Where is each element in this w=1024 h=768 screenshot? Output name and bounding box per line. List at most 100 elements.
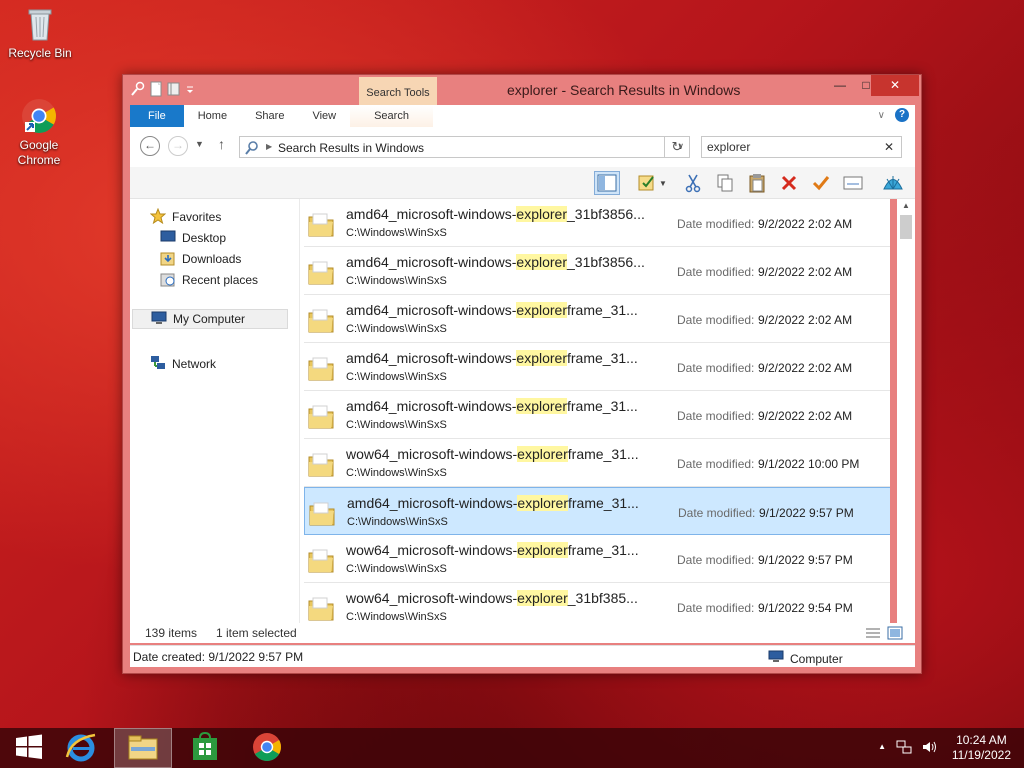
- rename-icon[interactable]: [808, 171, 834, 195]
- scroll-up-icon[interactable]: ▲: [902, 201, 910, 210]
- name-prefix: amd64_microsoft-windows-: [347, 495, 518, 511]
- paste-icon[interactable]: [744, 171, 770, 195]
- result-row[interactable]: amd64_microsoft-windows-explorer_31bf385…: [304, 247, 890, 295]
- recent-locations-button[interactable]: ▼: [195, 139, 204, 149]
- result-name: amd64_microsoft-windows-explorer_31bf385…: [346, 206, 645, 222]
- ribbon-controls: ∨ ?: [878, 108, 909, 122]
- taskbar-internet-explorer[interactable]: [52, 728, 110, 768]
- taskbar-store[interactable]: [176, 728, 234, 768]
- selection-count: 1 item selected: [216, 626, 297, 640]
- result-row[interactable]: wow64_microsoft-windows-explorerframe_31…: [304, 535, 890, 583]
- result-path: C:\Windows\WinSxS: [346, 419, 447, 431]
- close-button[interactable]: ✕: [871, 75, 919, 96]
- refresh-button[interactable]: ↻: [664, 136, 690, 158]
- result-path: C:\Windows\WinSxS: [346, 563, 447, 575]
- nav-desktop[interactable]: Desktop: [160, 228, 226, 248]
- qat-dropdown-icon[interactable]: [185, 81, 199, 97]
- ribbon-tabs: File Home Share View Search ∨ ?: [130, 105, 915, 127]
- new-folder-icon[interactable]: [167, 81, 181, 97]
- desktop-icon-label: Google Chrome: [17, 138, 61, 167]
- taskbar-file-explorer[interactable]: [114, 728, 172, 768]
- date-modified-label: Date modified:: [677, 457, 755, 471]
- name-suffix: frame_31...: [567, 446, 639, 462]
- properties-dialog-icon[interactable]: [840, 171, 866, 195]
- result-name: wow64_microsoft-windows-explorer_31bf385…: [346, 590, 638, 606]
- file-explorer-icon: [127, 733, 159, 764]
- breadcrumb[interactable]: Search Results in Windows: [278, 141, 424, 155]
- folder-icon: [307, 547, 335, 575]
- help-icon[interactable]: ?: [895, 108, 909, 122]
- taskbar: ▲ 10:24 AM 11/19/2022: [0, 728, 1024, 768]
- result-name: wow64_microsoft-windows-explorerframe_31…: [346, 446, 639, 462]
- chrome-icon: [251, 731, 283, 766]
- back-button[interactable]: ←: [140, 136, 160, 156]
- show-hidden-icons-icon[interactable]: ▲: [878, 742, 886, 757]
- tab-home[interactable]: Home: [184, 105, 241, 127]
- name-suffix: frame_31...: [567, 398, 638, 414]
- command-toolbar: ▼: [130, 167, 915, 199]
- result-row[interactable]: wow64_microsoft-windows-explorerframe_31…: [304, 439, 890, 487]
- tab-view[interactable]: View: [298, 105, 350, 127]
- title-bar[interactable]: Search Tools explorer - Search Results i…: [123, 75, 921, 106]
- cut-icon[interactable]: [680, 171, 706, 195]
- address-bar[interactable]: ▶ Search Results in Windows ∨: [239, 136, 690, 158]
- new-document-icon[interactable]: [149, 81, 163, 97]
- large-icons-view-icon[interactable]: [887, 626, 903, 643]
- result-row[interactable]: amd64_microsoft-windows-explorerframe_31…: [304, 391, 890, 439]
- name-prefix: amd64_microsoft-windows-: [346, 302, 517, 318]
- folder-icon: [307, 307, 335, 335]
- name-prefix: wow64_microsoft-windows-: [346, 590, 518, 606]
- forward-button[interactable]: →: [168, 136, 188, 156]
- folder-icon: [308, 500, 336, 528]
- chrome-icon: [19, 96, 59, 136]
- up-button[interactable]: ↑: [218, 136, 225, 152]
- taskbar-google-chrome[interactable]: [238, 728, 296, 768]
- result-row[interactable]: amd64_microsoft-windows-explorer_31bf385…: [304, 199, 890, 247]
- date-modified-label: Date modified:: [677, 553, 755, 567]
- search-input[interactable]: [707, 140, 877, 154]
- desktop-icon-label: Recycle Bin: [8, 46, 72, 60]
- properties-icon[interactable]: [131, 81, 145, 97]
- delete-icon[interactable]: [776, 171, 802, 195]
- network-status-icon[interactable]: [896, 740, 912, 757]
- view-switcher: [865, 626, 903, 643]
- result-name: amd64_microsoft-windows-explorerframe_31…: [346, 398, 638, 414]
- search-highlight: explorer: [516, 206, 567, 222]
- name-suffix: frame_31...: [568, 495, 639, 511]
- tab-share[interactable]: Share: [241, 105, 298, 127]
- nav-downloads[interactable]: Downloads: [160, 249, 241, 269]
- recycle-bin-icon: [20, 4, 60, 44]
- nav-my-computer[interactable]: My Computer: [132, 309, 288, 329]
- computer-icon: [151, 310, 167, 329]
- clock[interactable]: 10:24 AM 11/19/2022: [952, 733, 1011, 763]
- result-row[interactable]: amd64_microsoft-windows-explorerframe_31…: [304, 487, 890, 535]
- search-box[interactable]: ✕: [701, 136, 902, 158]
- result-row[interactable]: amd64_microsoft-windows-explorerframe_31…: [304, 295, 890, 343]
- date-modified-label: Date modified:: [677, 313, 755, 327]
- search-highlight: explorer: [516, 302, 567, 318]
- shell-icon[interactable]: [880, 171, 906, 195]
- nav-recent-places[interactable]: Recent places: [160, 270, 258, 290]
- scroll-thumb[interactable]: [900, 215, 912, 239]
- expand-ribbon-icon[interactable]: ∨: [878, 110, 885, 121]
- nav-network[interactable]: Network: [150, 354, 216, 374]
- preview-pane-icon[interactable]: [594, 171, 620, 195]
- result-row[interactable]: amd64_microsoft-windows-explorerframe_31…: [304, 343, 890, 391]
- desktop-icon-recycle-bin[interactable]: Recycle Bin: [2, 4, 78, 61]
- explorer-window: Search Tools explorer - Search Results i…: [122, 74, 922, 674]
- clear-search-icon[interactable]: ✕: [884, 140, 894, 154]
- volume-icon[interactable]: [922, 740, 938, 757]
- desktop-icon-google-chrome[interactable]: Google Chrome: [1, 96, 77, 168]
- navigation-pane: Favorites Desktop Downloads Recent place…: [130, 199, 300, 643]
- nav-favorites[interactable]: Favorites: [149, 207, 221, 227]
- vertical-scrollbar[interactable]: ▲ ▼: [897, 199, 915, 643]
- address-row: ← → ▼ ↑ ▶ Search Results in Windows ∨ ↻ …: [130, 127, 915, 167]
- select-dropdown-icon[interactable]: ▼: [656, 171, 670, 195]
- details-view-icon[interactable]: [865, 626, 881, 643]
- tab-search[interactable]: Search: [350, 105, 433, 127]
- copy-icon[interactable]: [712, 171, 738, 195]
- start-button[interactable]: [0, 728, 58, 768]
- minimize-button[interactable]: —: [827, 75, 853, 96]
- name-suffix: frame_31...: [567, 302, 638, 318]
- tab-file[interactable]: File: [130, 105, 184, 127]
